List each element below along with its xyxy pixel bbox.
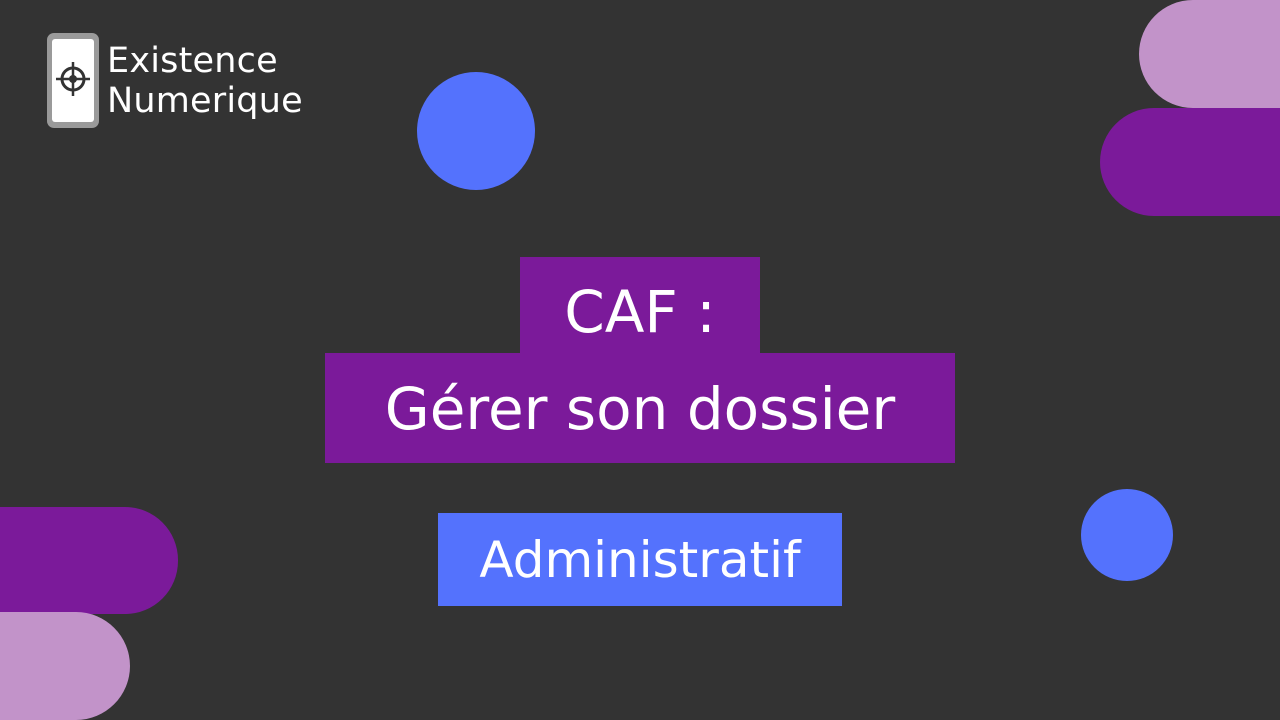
brand-name-line2: Numerique — [107, 80, 303, 121]
title-line2: Gérer son dossier — [325, 353, 955, 463]
phone-compass-icon — [47, 33, 99, 128]
brand-name: Existence Numerique — [107, 41, 303, 121]
brand-logo: Existence Numerique — [47, 33, 303, 128]
pill-light-top-right — [1139, 0, 1280, 108]
compass-icon — [56, 62, 90, 96]
title-line1: CAF : — [520, 257, 760, 362]
pill-light-bottom-left — [0, 612, 130, 720]
circle-blue-top — [417, 72, 535, 190]
circle-blue-bottom-right — [1081, 489, 1173, 581]
brand-name-line1: Existence — [107, 40, 278, 81]
category-badge: Administratif — [438, 513, 842, 606]
pill-dark-top-right — [1100, 108, 1280, 216]
pill-dark-bottom-left — [0, 507, 178, 614]
